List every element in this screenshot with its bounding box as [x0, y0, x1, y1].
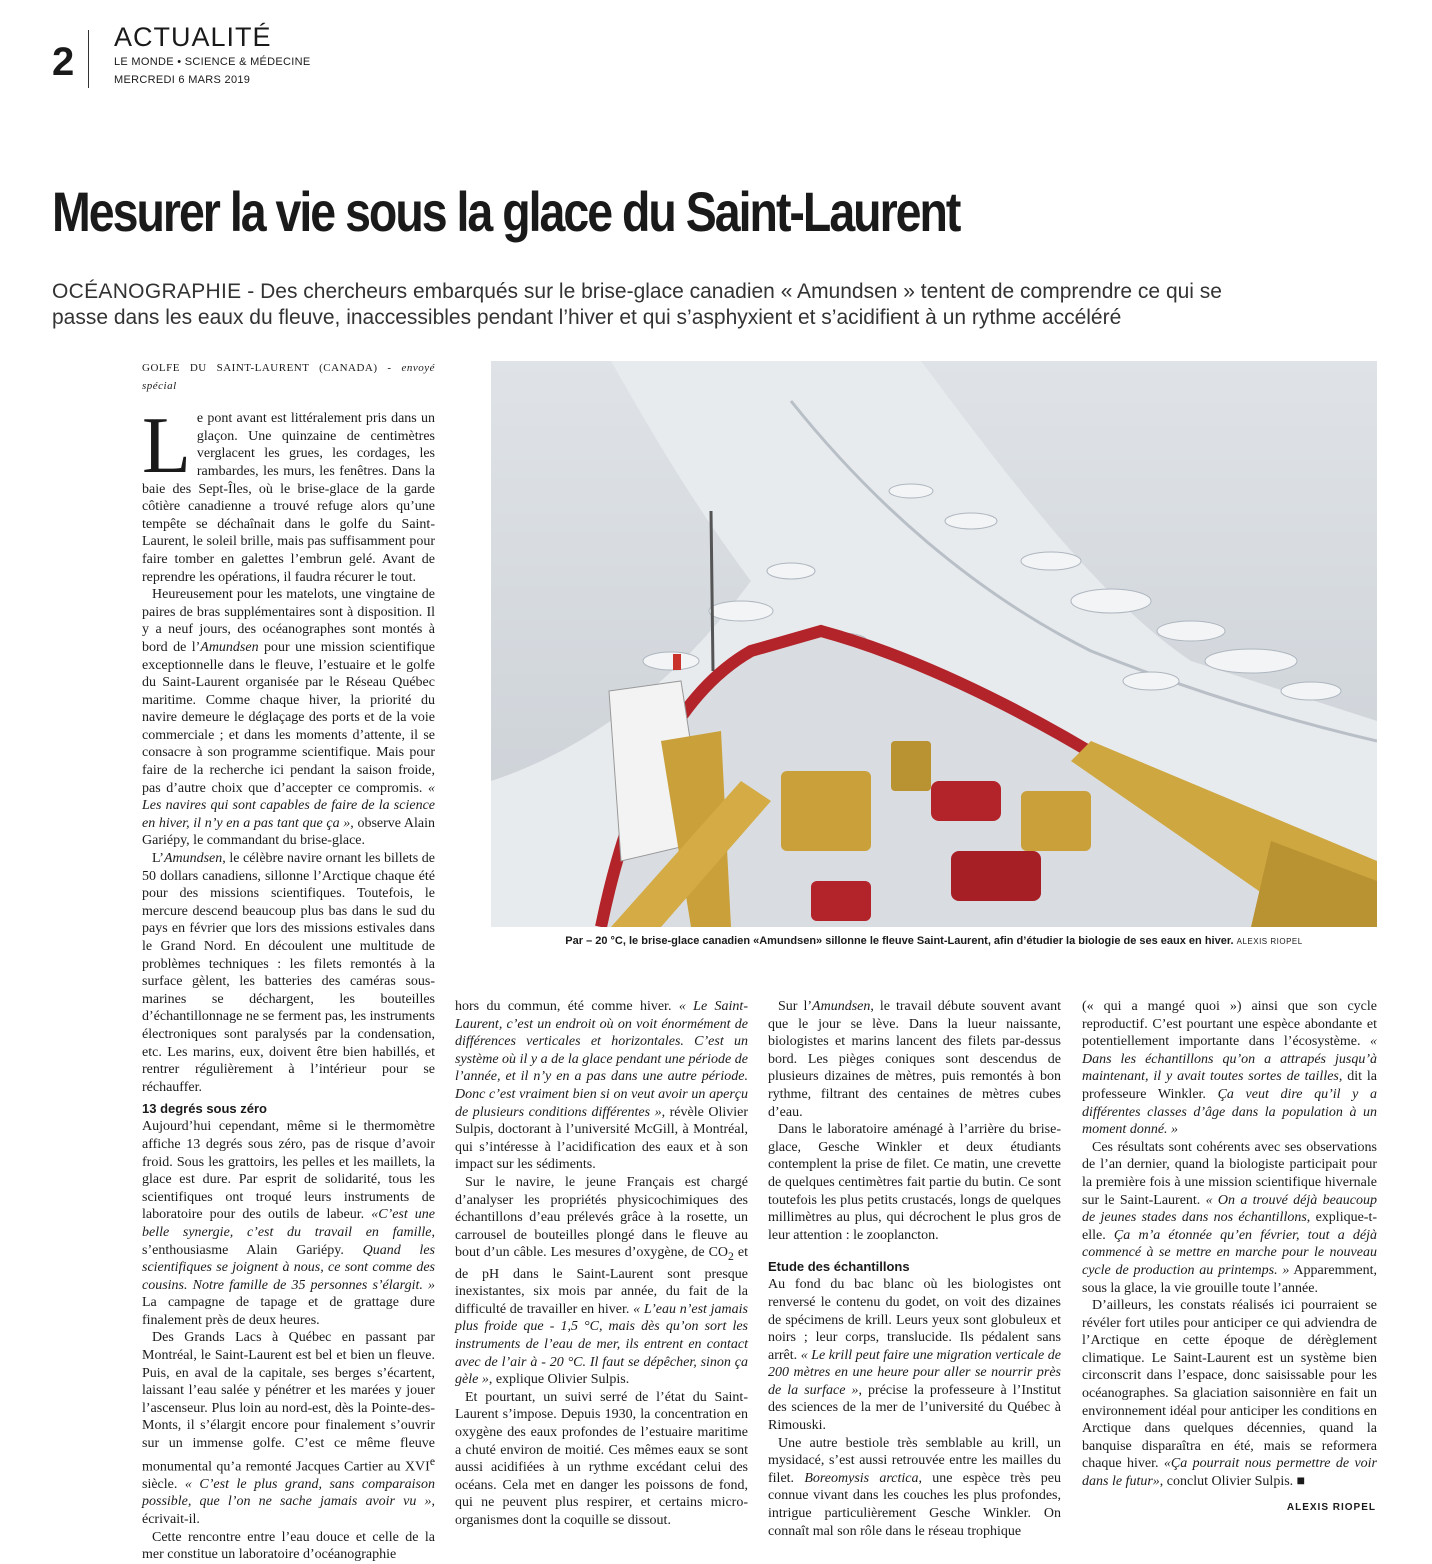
paragraph-text: , conclut Olivier Sulpis.: [1159, 1474, 1297, 1490]
paragraph-text: , le célèbre navire ornant les billets d…: [142, 851, 435, 1095]
issue-date: MERCREDI 6 MARS 2019: [114, 74, 251, 86]
ship-name: Amundsen: [812, 999, 871, 1014]
paragraph-text: (« qui a mangé quoi ») ainsi que son cyc…: [1082, 999, 1377, 1050]
paragraph-text: L’: [152, 851, 164, 867]
paragraph-text: Sur le navire, le jeune Français est cha…: [455, 1174, 748, 1261]
paragraph: hors du commun, été comme hiver. « Le Sa…: [455, 998, 748, 1174]
article-column-2: hors du commun, été comme hiver. « Le Sa…: [455, 998, 748, 1530]
dateline-place: GOLFE DU SAINT-LAURENT (CANADA): [142, 362, 378, 374]
paragraph: D’ailleurs, les constats réalisés ici po…: [1082, 1297, 1377, 1491]
paragraph-text: Dans le laboratoire aménagé à l’arrière …: [768, 1122, 1061, 1243]
ship-name: Amundsen: [163, 851, 223, 867]
paragraph-text: D’ailleurs, les constats réalisés ici po…: [1082, 1298, 1377, 1472]
subheading: Etude des échantillons: [768, 1259, 910, 1275]
paragraph: Le pont avant est littéralement pris dan…: [142, 402, 435, 586]
caption-text: Par – 20 °C, le brise-glace canadien «Am…: [565, 935, 1237, 947]
standfirst-rubric: OCÉANOGRAPHIE: [52, 280, 242, 303]
end-mark-icon: ■: [1296, 1474, 1306, 1490]
drop-cap: L: [142, 402, 191, 491]
paragraph-text: Des Grands Lacs à Québec en passant par …: [142, 1330, 435, 1475]
header-divider: [88, 30, 89, 88]
article-headline: Mesurer la vie sous la glace du Saint-La…: [52, 180, 961, 243]
paragraph: Ces résultats sont cohérents avec ses ob…: [1082, 1139, 1377, 1297]
paragraph-text: La campagne de tapage et de grattage dur…: [142, 1295, 435, 1328]
icebreaker-photo: [491, 361, 1377, 927]
section-rubric: ACTUALITÉ: [114, 22, 272, 52]
photo-illustration: [491, 361, 1377, 927]
paragraph: Une autre bestiole très semblable au kri…: [768, 1435, 1061, 1541]
paragraph-text: pour une mission scientifique exceptionn…: [142, 639, 435, 796]
superscript: e: [429, 1454, 435, 1468]
section-name: LE MONDE • SCIENCE & MÉDECINE: [114, 56, 311, 68]
paragraph: Sur le navire, le jeune Français est cha…: [455, 1174, 748, 1389]
paragraph: Aujourd’hui cependant, même si le thermo…: [142, 1118, 435, 1329]
page-number: 2: [52, 40, 75, 84]
paragraph: (« qui a mangé quoi ») ainsi que son cyc…: [1082, 998, 1377, 1139]
paragraph-text: Sur l’: [778, 999, 813, 1014]
article-column-3: Sur l’Amundsen, le travail débute souven…: [768, 998, 1061, 1540]
paragraph: Et pourtant, un suivi serré de l’état du…: [455, 1389, 748, 1530]
paragraph: Au fond du bac blanc où les biologistes …: [768, 1276, 1061, 1434]
paragraph: L’Amundsen, le célèbre navire ornant les…: [142, 850, 435, 1096]
paragraph-text: , le travail débute souvent avant que le…: [768, 999, 1061, 1120]
quote: « C’est le plus grand, sans comparaison …: [142, 1476, 436, 1510]
paragraph-text: Cette rencontre entre l’eau douce et cel…: [142, 1529, 435, 1563]
author-byline: ALEXIS RIOPEL: [1286, 1502, 1376, 1513]
article-column-1: GOLFE DU SAINT-LAURENT (CANADA) - envoyé…: [142, 360, 435, 1564]
ship-name: Amundsen: [200, 639, 259, 655]
paragraph-text: hors du commun, été comme hiver.: [455, 999, 679, 1014]
paragraph: Cette rencontre entre l’eau douce et cel…: [142, 1529, 435, 1564]
photo-caption: Par – 20 °C, le brise-glace canadien «Am…: [491, 935, 1377, 947]
article-standfirst: OCÉANOGRAPHIE - Des chercheurs embarqués…: [52, 279, 1252, 331]
photo-credit: ALEXIS RIOPEL: [1236, 937, 1303, 946]
species-name: Boreomysis arctica: [804, 1470, 919, 1486]
paragraph: Dans le laboratoire aménagé à l’arrière …: [768, 1121, 1061, 1244]
paragraph-text: siècle.: [142, 1476, 185, 1492]
paragraph: Des Grands Lacs à Québec en passant par …: [142, 1329, 435, 1528]
quote: « Le Saint-Laurent, c’est un endroit où …: [455, 999, 748, 1120]
subheading: 13 degrés sous zéro: [142, 1101, 267, 1117]
article-column-4: (« qui a mangé quoi ») ainsi que son cyc…: [1082, 998, 1377, 1491]
paragraph-text: , explique Olivier Sulpis.: [488, 1372, 630, 1388]
paragraph-text: Et pourtant, un suivi serré de l’état du…: [455, 1389, 748, 1529]
paragraph: Sur l’Amundsen, le travail débute souven…: [768, 998, 1061, 1121]
paragraph: Heureusement pour les matelots, une ving…: [142, 586, 435, 850]
dateline: GOLFE DU SAINT-LAURENT (CANADA) - envoyé…: [142, 360, 435, 395]
